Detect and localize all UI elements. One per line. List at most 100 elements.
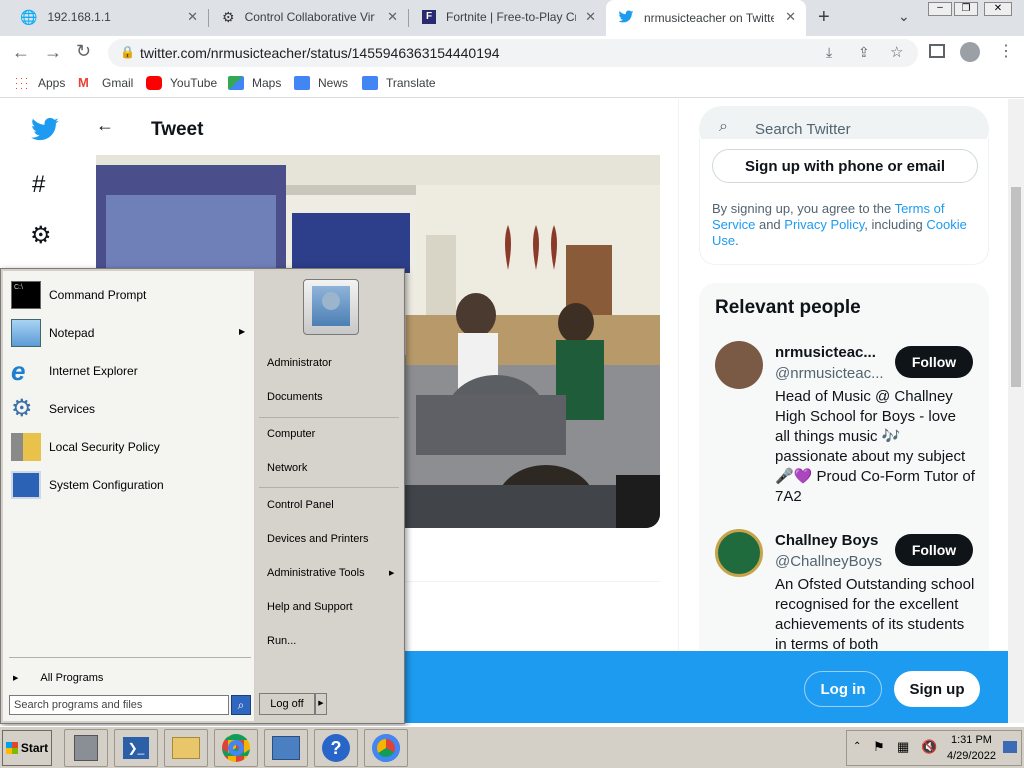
user-picture[interactable] xyxy=(303,279,359,335)
program-notepad[interactable]: Notepad ▶ xyxy=(11,315,251,351)
login-button[interactable]: Log in xyxy=(804,671,882,707)
control-panel-link[interactable]: Control Panel xyxy=(267,499,334,511)
chrome-icon[interactable] xyxy=(214,729,258,767)
close-tab-icon[interactable]: ✕ xyxy=(187,9,198,25)
tab-search-chevron-icon[interactable]: ⌄ xyxy=(898,8,910,25)
share-icon[interactable]: ⇪ xyxy=(858,44,870,61)
avatar[interactable] xyxy=(715,529,763,577)
server-manager-icon[interactable] xyxy=(64,729,108,767)
restore-icon[interactable]: ❐ xyxy=(954,2,978,16)
globe-icon: 🌐 xyxy=(20,8,38,25)
clock-date[interactable]: 4/29/2022 xyxy=(947,750,996,762)
back-arrow-icon[interactable]: ← xyxy=(96,115,114,136)
person-name[interactable]: Challney Boys xyxy=(775,532,878,549)
system-tray: ⌃ ⚑ ▦ 🔇 1:31 PM 4/29/2022 xyxy=(846,730,1022,766)
tab-title: Fortnite | Free-to-Play Cros xyxy=(446,10,576,24)
new-tab-icon[interactable]: + xyxy=(818,6,830,29)
administrative-tools-link[interactable]: Administrative Tools xyxy=(267,567,365,579)
powershell-icon[interactable]: ❯_ xyxy=(114,729,158,767)
tab-strip: 🌐 192.168.1.1 ✕ ⚙ Control Collaborative … xyxy=(0,0,1024,36)
minimize-icon[interactable]: – xyxy=(928,2,952,16)
tab-title: 192.168.1.1 xyxy=(47,10,111,24)
start-menu: C:\ Command Prompt Notepad ▶ e Internet … xyxy=(0,268,405,724)
follow-button[interactable]: Follow xyxy=(895,534,973,566)
bookmark-youtube[interactable]: YouTube xyxy=(146,76,217,90)
forward-icon[interactable]: → xyxy=(44,42,62,63)
person-name[interactable]: nrmusicteac... xyxy=(775,344,876,361)
reload-icon[interactable]: ↻ xyxy=(76,41,91,62)
start-search-input[interactable]: Search programs and files xyxy=(9,695,229,715)
bookmark-translate[interactable]: Translate xyxy=(362,76,436,90)
person-handle[interactable]: @ChallneyBoys xyxy=(775,553,882,570)
person-handle[interactable]: @nrmusicteac... xyxy=(775,365,884,382)
bookmark-label: Maps xyxy=(252,76,282,90)
network-icon[interactable]: ▦ xyxy=(897,739,909,755)
program-system-configuration[interactable]: System Configuration xyxy=(11,467,251,503)
tab-fortnite[interactable]: F Fortnite | Free-to-Play Cros ✕ xyxy=(410,0,606,34)
menu-kebab-icon[interactable]: ⋮ xyxy=(998,41,1014,61)
network-link[interactable]: Network xyxy=(267,462,307,474)
sidepanel-icon[interactable] xyxy=(929,44,945,58)
bookmark-label: Gmail xyxy=(102,76,134,90)
page-scrollbar[interactable] xyxy=(1008,99,1024,723)
settings-gear-icon[interactable]: ⚙ xyxy=(30,221,52,250)
program-command-prompt[interactable]: C:\ Command Prompt xyxy=(11,277,251,313)
control-panel-icon[interactable] xyxy=(264,729,308,767)
back-icon[interactable]: ← xyxy=(12,42,30,63)
close-tab-icon[interactable]: ✕ xyxy=(585,9,596,25)
clock-time[interactable]: 1:31 PM xyxy=(951,734,992,746)
search-placeholder: Search Twitter xyxy=(755,120,851,138)
bookmark-star-icon[interactable]: ☆ xyxy=(890,43,903,61)
bookmark-apps[interactable]: Apps xyxy=(14,76,65,90)
follow-button[interactable]: Follow xyxy=(895,346,973,378)
twitter-logo-icon[interactable] xyxy=(30,117,60,150)
computer-link[interactable]: Computer xyxy=(267,428,315,440)
close-tab-icon[interactable]: ✕ xyxy=(387,9,398,25)
show-hidden-icons-icon[interactable]: ⌃ xyxy=(853,741,861,752)
chrome-icon[interactable] xyxy=(364,729,408,767)
tweet-header: ← Tweet xyxy=(80,99,678,155)
show-desktop-icon[interactable] xyxy=(1003,741,1017,753)
program-local-security-policy[interactable]: Local Security Policy xyxy=(11,429,251,465)
bookmark-maps[interactable]: Maps xyxy=(228,76,281,90)
tab-router[interactable]: 🌐 192.168.1.1 ✕ xyxy=(8,0,208,34)
search-icon[interactable]: ⌕ xyxy=(231,695,251,715)
run-link[interactable]: Run... xyxy=(267,635,296,647)
bookmark-gmail[interactable]: M Gmail xyxy=(78,75,134,91)
help-support-link[interactable]: Help and Support xyxy=(267,601,353,613)
submenu-arrow-icon: ▶ xyxy=(239,327,246,336)
shutdown-options-arrow-icon[interactable]: ▶ xyxy=(315,693,327,715)
logoff-button[interactable]: Log off xyxy=(259,693,315,715)
close-window-icon[interactable]: ✕ xyxy=(984,2,1012,16)
program-services[interactable]: ⚙ Services xyxy=(11,391,251,427)
system-config-icon xyxy=(11,471,41,499)
bookmark-news[interactable]: News xyxy=(294,76,348,90)
browser-toolbar: ← → ↻ 🔒 twitter.com/nrmusicteacher/statu… xyxy=(0,36,1024,70)
close-tab-icon[interactable]: ✕ xyxy=(785,9,796,25)
explore-hashtag-icon[interactable]: # xyxy=(32,171,45,199)
login-banner: Log in Sign up xyxy=(404,651,1008,723)
signup-phone-email-button[interactable]: Sign up with phone or email xyxy=(712,149,978,183)
gmail-icon: M xyxy=(78,75,89,90)
action-center-flag-icon[interactable]: ⚑ xyxy=(873,739,885,755)
scrollbar-thumb[interactable] xyxy=(1011,187,1021,387)
all-programs[interactable]: ▶ All Programs xyxy=(13,667,243,689)
tab-control[interactable]: ⚙ Control Collaborative Virtu ✕ xyxy=(210,0,408,34)
volume-muted-icon[interactable]: 🔇 xyxy=(921,739,937,755)
program-internet-explorer[interactable]: e Internet Explorer xyxy=(11,353,251,389)
documents-link[interactable]: Documents xyxy=(267,391,323,403)
tab-twitter[interactable]: nrmusicteacher on Twitter: ✕ xyxy=(606,0,806,36)
file-explorer-icon[interactable] xyxy=(164,729,208,767)
start-button[interactable]: Start xyxy=(2,730,52,766)
terms-text: By signing up, you agree to the Terms of… xyxy=(712,201,967,248)
address-bar[interactable]: 🔒 twitter.com/nrmusicteacher/status/1455… xyxy=(108,39,918,67)
avatar[interactable] xyxy=(715,341,763,389)
profile-avatar[interactable] xyxy=(960,42,980,62)
install-icon[interactable]: ⤓ xyxy=(826,44,832,61)
user-administrator[interactable]: Administrator xyxy=(267,357,332,369)
help-icon[interactable]: ? xyxy=(314,729,358,767)
person-bio: Head of Music @ Challney High School for… xyxy=(775,388,975,505)
devices-printers-link[interactable]: Devices and Printers xyxy=(267,533,369,545)
privacy-link[interactable]: Privacy Policy xyxy=(784,217,864,232)
signup-button[interactable]: Sign up xyxy=(894,671,980,707)
